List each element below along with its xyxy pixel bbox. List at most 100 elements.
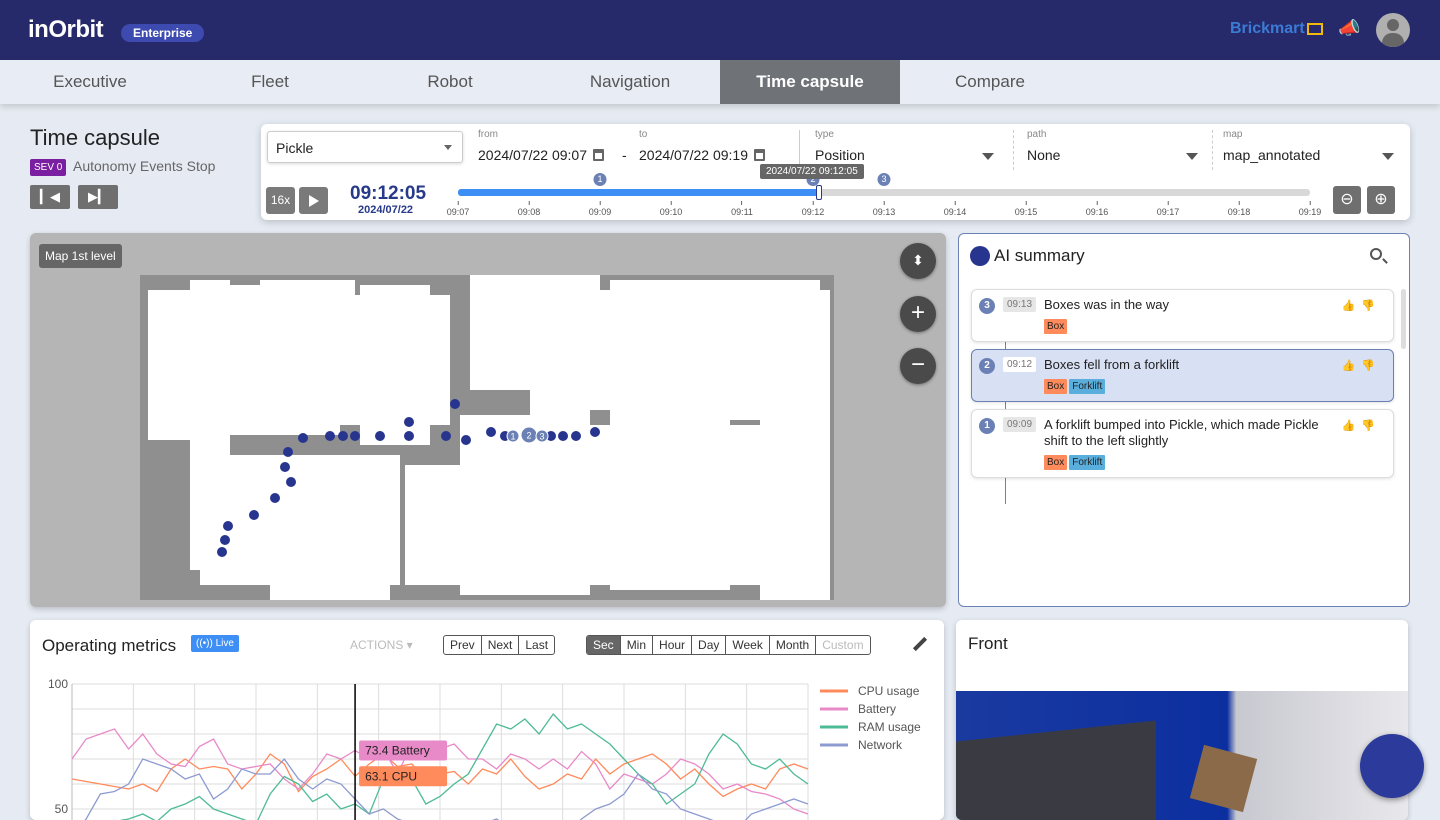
main-tabs: Executive Fleet Robot Navigation Time capsul… — [0, 60, 1440, 104]
tab-time-capsule[interactable]: Time capsule — [720, 60, 900, 104]
severity-badge: SEV 0 — [30, 159, 67, 176]
thumbs-down-icon[interactable]: 👎 — [1361, 360, 1381, 372]
user-avatar[interactable] — [1376, 13, 1410, 47]
type-label: type — [815, 129, 834, 140]
type-select[interactable]: Position — [815, 147, 865, 163]
map-select[interactable]: map_annotated — [1223, 147, 1320, 163]
summary-card[interactable]: 1 09:09 A forklift bumped into Pickle, whi… — [971, 409, 1394, 478]
brickmart-logo-icon — [1306, 22, 1323, 35]
zoom-in-button[interactable]: ⊕ — [1367, 186, 1395, 214]
ai-robot-icon — [970, 246, 990, 266]
robot-path-point — [325, 431, 335, 441]
y-tick-label: 50 — [55, 802, 69, 816]
timeline-event-marker[interactable]: 1 — [593, 173, 607, 186]
robot-path-point — [404, 431, 414, 441]
robot-path-point — [461, 435, 471, 445]
tab-robot[interactable]: Robot — [360, 60, 540, 104]
timeline-slider[interactable] — [458, 185, 1310, 200]
previous-event-button[interactable]: ▎◀ — [30, 185, 70, 209]
thumbs-down-icon[interactable]: 👎 — [1361, 420, 1381, 432]
chevron-down-icon[interactable] — [982, 153, 994, 160]
tab-navigation[interactable]: Navigation — [540, 60, 720, 104]
timeline-tick-label: 09:15 — [1015, 201, 1038, 217]
event-name: Autonomy Events Stop — [73, 158, 216, 174]
megaphone-icon[interactable]: 📣 — [1338, 18, 1360, 39]
range-dash: - — [622, 147, 627, 163]
event-time: 09:13 — [1003, 297, 1037, 312]
ai-summary-title: AI summary — [994, 246, 1085, 265]
chevron-down-icon[interactable] — [1382, 153, 1394, 160]
calendar-icon[interactable] — [593, 149, 604, 161]
summary-card[interactable]: 3 09:13 Boxes was in the way Box 👍👎 — [971, 289, 1394, 342]
scrollbar[interactable] — [1401, 289, 1406, 349]
from-value: 2024/07/22 09:07 — [478, 147, 587, 163]
time-controls: Pickle from 2024/07/22 09:07 - to 2024/0… — [261, 124, 1410, 220]
timeline-tick-label: 09:11 — [731, 201, 753, 217]
robot-path-point — [220, 535, 230, 545]
next-event-button[interactable]: ▶▎ — [78, 185, 118, 209]
timeline-tick-label: 09:08 — [518, 201, 541, 217]
from-field[interactable]: 2024/07/22 09:07 — [478, 147, 604, 163]
robot-path-point — [571, 431, 581, 441]
robot-path-point — [590, 427, 600, 437]
tag-forklift: Forklift — [1069, 379, 1106, 394]
path-select[interactable]: None — [1027, 147, 1060, 163]
compass-icon[interactable]: ⬍ — [900, 243, 936, 279]
tab-fleet[interactable]: Fleet — [180, 60, 360, 104]
thumbs-down-icon[interactable]: 👎 — [1361, 300, 1381, 312]
current-date: 2024/07/22 — [358, 204, 414, 216]
robot-path-point — [223, 521, 233, 531]
thumbs-up-icon[interactable]: 👍 — [1342, 300, 1362, 312]
map-zoom-out-button[interactable]: − — [900, 348, 936, 384]
play-button[interactable] — [299, 187, 328, 214]
inorbit-logo[interactable]: inOrbit — [28, 16, 104, 44]
event-number-badge: 3 — [979, 298, 995, 314]
event-description: Boxes fell from a forklift — [1044, 357, 1180, 372]
map-event-marker[interactable]: 1 — [506, 429, 520, 443]
timeline-tick-label: 09:14 — [944, 201, 967, 217]
tag-box: Box — [1044, 319, 1068, 334]
map-zoom-in-button[interactable]: + — [900, 296, 936, 332]
event-description: A forklift bumped into Pickle, which mad… — [1044, 417, 1319, 448]
search-icon[interactable] — [1370, 248, 1382, 260]
event-time: 09:09 — [1003, 417, 1037, 432]
thumbs-up-icon[interactable]: 👍 — [1342, 420, 1362, 432]
edition-badge: Enterprise — [121, 24, 205, 42]
robot-path-point — [283, 447, 293, 457]
camera-title: Front — [968, 634, 1008, 653]
tag-box: Box — [1044, 379, 1068, 394]
current-time: 09:12:05 — [350, 183, 427, 204]
divider — [1013, 130, 1014, 170]
legend-label: Battery — [858, 702, 896, 716]
thumbs-up-icon[interactable]: 👍 — [1342, 360, 1362, 372]
map-panel: Map 1st level ⬍ + − 123 — [30, 233, 946, 607]
assistant-robot-button[interactable] — [1360, 734, 1424, 798]
tag-forklift: Forklift — [1069, 455, 1106, 470]
robot-path-point — [350, 431, 360, 441]
playback-speed-button[interactable]: 16x — [266, 187, 295, 214]
robot-select[interactable]: Pickle — [267, 131, 463, 163]
summary-card[interactable]: 2 09:12 Boxes fell from a forklift Box Forkl… — [971, 349, 1394, 402]
from-label: from — [478, 129, 498, 140]
brand-name: Brickmart — [1230, 20, 1305, 37]
chevron-down-icon[interactable] — [1186, 153, 1198, 160]
timeline-handle[interactable] — [815, 185, 822, 200]
map-room — [580, 455, 760, 585]
map-canvas[interactable] — [140, 275, 834, 600]
calendar-icon[interactable] — [754, 149, 765, 161]
legend-label: RAM usage — [858, 720, 921, 734]
tab-executive[interactable]: Executive — [0, 60, 180, 104]
timeline-tick-label: 09:13 — [873, 201, 896, 217]
chevron-down-icon — [444, 145, 452, 150]
camera-feed — [956, 691, 1408, 820]
robot-path-point — [338, 431, 348, 441]
timeline-event-marker[interactable]: 3 — [877, 173, 891, 186]
tab-compare[interactable]: Compare — [900, 60, 1080, 104]
brickmart-logo: Brickmart — [1230, 20, 1323, 38]
tag-list: Box — [1044, 319, 1068, 334]
map-event-marker[interactable]: 3 — [535, 429, 549, 443]
zoom-out-button[interactable]: ⊖ — [1333, 186, 1361, 214]
robot-path-point — [558, 431, 568, 441]
event-description: Boxes was in the way — [1044, 297, 1170, 312]
to-field[interactable]: 2024/07/22 09:19 — [639, 147, 765, 163]
